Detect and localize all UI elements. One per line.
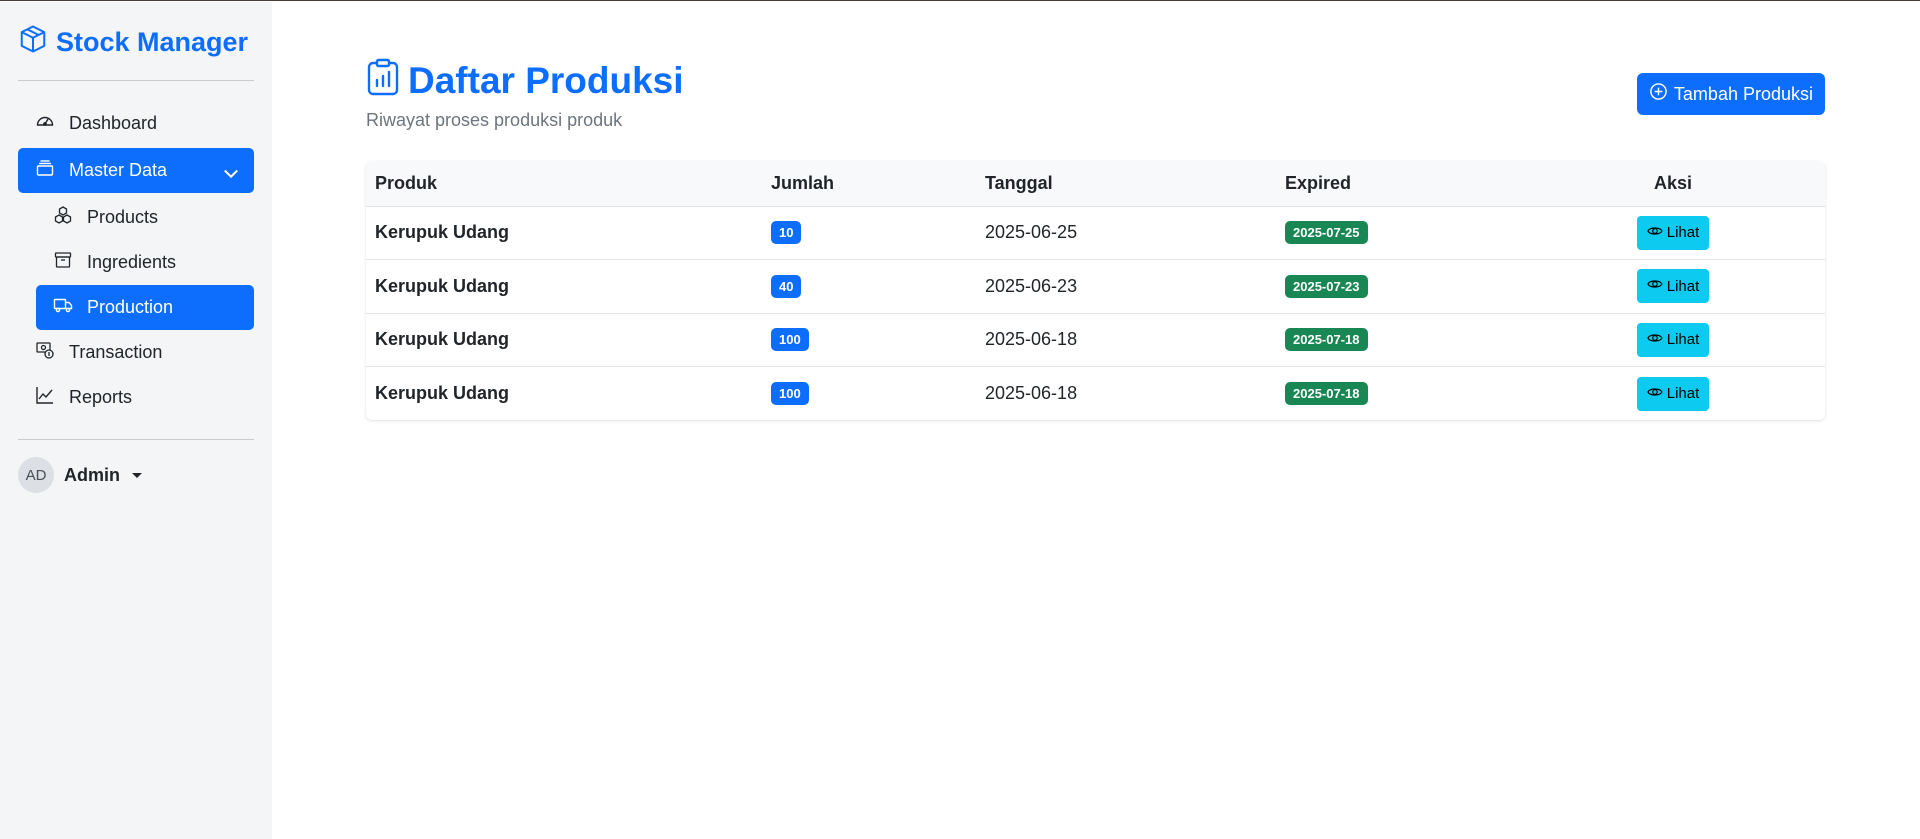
- sidebar-item-label: Master Data: [69, 160, 168, 180]
- sidebar-item-production[interactable]: Production: [36, 285, 254, 330]
- sidebar-item-reports[interactable]: Reports: [18, 375, 254, 420]
- table-row: Kerupuk Udang 100 2025-06-18 2025-07-18 …: [366, 313, 1825, 367]
- view-button-label: Lihat: [1666, 224, 1700, 242]
- brand-name: Stock Manager: [56, 26, 249, 57]
- view-button-label: Lihat: [1666, 385, 1700, 402]
- clipboard-data-icon: [366, 58, 400, 105]
- view-button-label: Lihat: [1666, 331, 1700, 349]
- cell-expired: 2025-07-23: [1276, 259, 1521, 314]
- view-button-label: Lihat: [1666, 277, 1700, 295]
- avatar: AD: [18, 457, 54, 493]
- table-header-row: Produk Jumlah Tanggal Expired Aksi: [366, 161, 1825, 207]
- quantity-badge: 100: [771, 382, 809, 405]
- box-icon: [18, 24, 48, 61]
- user-name: Admin: [64, 464, 120, 485]
- sidebar-item-label: Transaction: [69, 342, 163, 362]
- view-button[interactable]: Lihat: [1636, 376, 1710, 411]
- sidebar-item-transaction[interactable]: Transaction: [18, 330, 254, 375]
- cell-tanggal: 2025-06-18: [985, 383, 1078, 403]
- cell-jumlah: 100: [762, 367, 976, 421]
- production-table-card: Produk Jumlah Tanggal Expired Aksi Kerup…: [366, 161, 1825, 420]
- cell-expired: 2025-07-18: [1276, 313, 1521, 367]
- column-header-jumlah[interactable]: Jumlah: [762, 161, 976, 207]
- sidebar-item-label: Products: [87, 207, 159, 227]
- expired-badge: 2025-07-25: [1285, 221, 1368, 245]
- cell-produk: Kerupuk Udang: [366, 259, 762, 314]
- table-row: Kerupuk Udang 40 2025-06-23 2025-07-23 L…: [366, 259, 1825, 314]
- plus-circle-icon: [1649, 82, 1668, 106]
- cell-expired: 2025-07-25: [1276, 206, 1521, 260]
- production-table: Produk Jumlah Tanggal Expired Aksi Kerup…: [366, 161, 1825, 420]
- column-header-expired[interactable]: Expired: [1276, 161, 1521, 207]
- archive-icon: [53, 250, 73, 275]
- stack-icon: [35, 158, 55, 183]
- cell-jumlah: 10: [762, 206, 976, 260]
- sidebar-item-dashboard[interactable]: Dashboard: [18, 101, 254, 146]
- expired-badge: 2025-07-18: [1285, 382, 1368, 405]
- page-title-row: Daftar Produksi: [366, 58, 684, 104]
- sidebar-item-label: Production: [87, 297, 174, 317]
- truck-icon: [53, 295, 73, 320]
- page-title: Daftar Produksi: [408, 60, 684, 101]
- quantity-badge: 10: [771, 221, 802, 245]
- user-menu[interactable]: AD Admin: [18, 440, 254, 510]
- cell-produk: Kerupuk Udang: [375, 383, 510, 403]
- boxes-icon: [53, 205, 73, 230]
- cell-tanggal: 2025-06-18: [976, 313, 1276, 367]
- table-row: Kerupuk Udang 10 2025-06-25 2025-07-25 L…: [366, 206, 1825, 260]
- page-header: Daftar Produksi Riwayat proses produksi …: [366, 2, 1825, 131]
- sidebar-item-ingredients[interactable]: Ingredients: [36, 240, 254, 285]
- table-row: Kerupuk Udang 100 2025-06-18 2025-07-18 …: [366, 367, 1825, 421]
- eye-icon: [1647, 276, 1663, 296]
- caret-down-icon: [132, 472, 142, 478]
- cell-jumlah: 40: [762, 259, 976, 314]
- quantity-badge: 40: [771, 274, 802, 298]
- sidebar-item-label: Dashboard: [69, 113, 158, 133]
- sidebar-nav: Dashboard Master Data Products Ingredien…: [18, 81, 254, 420]
- cell-tanggal: 2025-06-23: [976, 259, 1276, 314]
- cell-jumlah: 100: [762, 313, 976, 367]
- quantity-badge: 100: [771, 328, 809, 352]
- cell-aksi: Lihat: [1521, 313, 1825, 367]
- sidebar-item-products[interactable]: Products: [36, 195, 254, 240]
- view-button[interactable]: Lihat: [1636, 269, 1710, 304]
- sidebar: Stock Manager Dashboard Master Data Prod…: [0, 2, 272, 839]
- speedometer-icon: [35, 111, 55, 136]
- sidebar-item-master-data[interactable]: Master Data: [18, 148, 254, 193]
- sidebar-item-label: Reports: [69, 387, 133, 407]
- column-header-aksi: Aksi: [1521, 161, 1825, 207]
- eye-icon: [1647, 330, 1663, 350]
- cell-aksi: Lihat: [1521, 259, 1825, 314]
- main-content: Daftar Produksi Riwayat proses produksi …: [366, 2, 1825, 420]
- sidebar-item-label: Ingredients: [87, 252, 177, 272]
- cell-aksi: Lihat: [1521, 206, 1825, 260]
- view-button[interactable]: Lihat: [1636, 215, 1710, 250]
- cash-coin-icon: [35, 340, 55, 365]
- chevron-down-icon[interactable]: [221, 163, 238, 179]
- cell-tanggal: 2025-06-25: [976, 206, 1276, 260]
- expired-badge: 2025-07-18: [1285, 328, 1368, 352]
- eye-icon: [1647, 223, 1663, 243]
- column-header-tanggal[interactable]: Tanggal: [976, 161, 1276, 207]
- expired-badge: 2025-07-23: [1285, 274, 1368, 298]
- cell-expired: 2025-07-18: [1276, 367, 1521, 421]
- column-header-produk[interactable]: Produk: [366, 161, 762, 207]
- cell-aksi: Lihat: [1521, 367, 1825, 421]
- brand[interactable]: Stock Manager: [18, 2, 254, 80]
- add-production-button[interactable]: Tambah Produksi: [1636, 73, 1825, 115]
- cell-produk: Kerupuk Udang: [366, 206, 762, 260]
- add-production-label: Tambah Produksi: [1673, 83, 1813, 104]
- eye-icon: [1647, 384, 1663, 404]
- view-button[interactable]: Lihat: [1636, 322, 1710, 357]
- cell-produk: Kerupuk Udang: [366, 313, 762, 367]
- page-subtitle: Riwayat proses produksi produk: [366, 110, 623, 130]
- graph-up-icon: [35, 385, 55, 410]
